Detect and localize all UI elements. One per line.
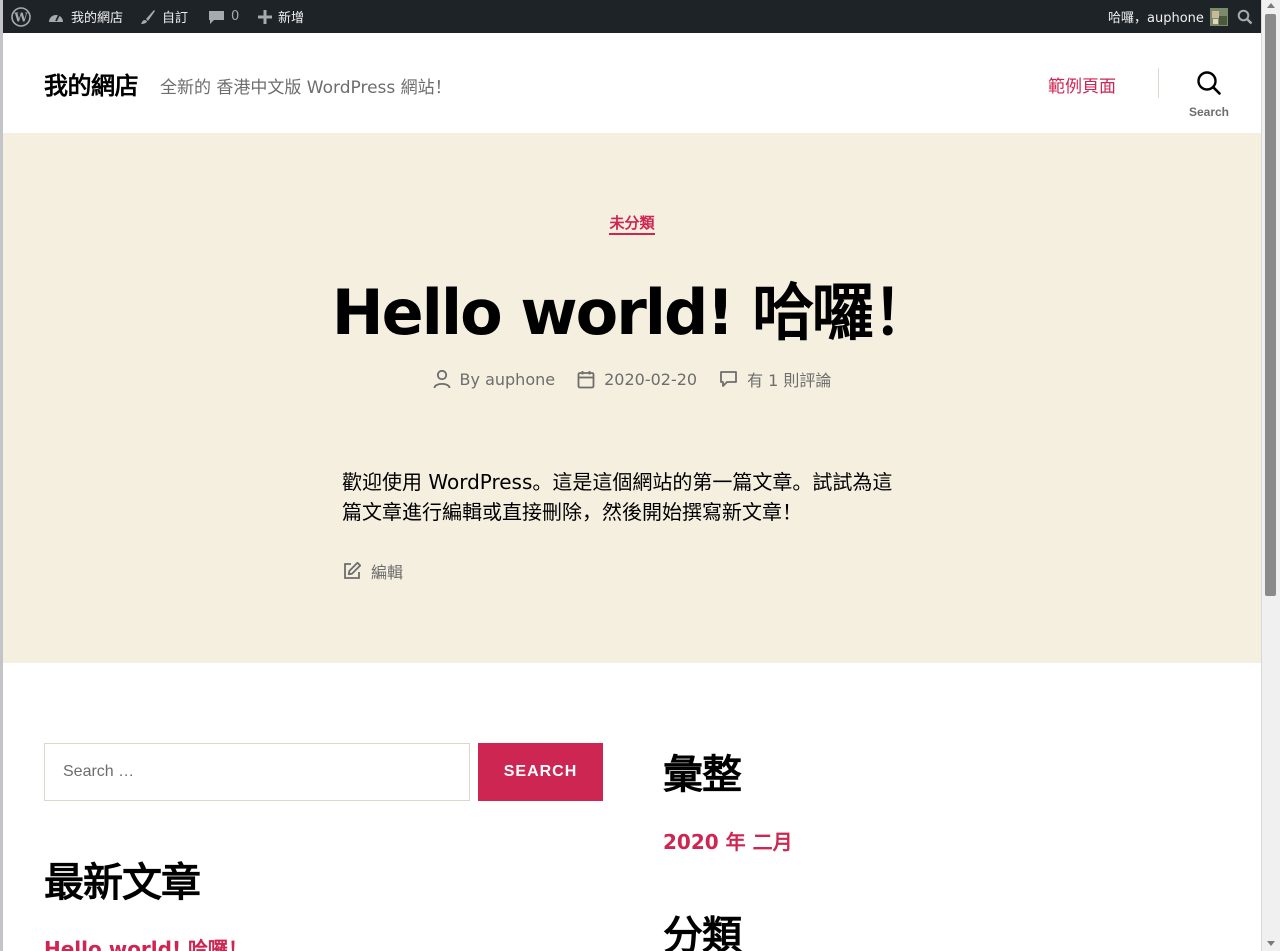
admin-bar-comments[interactable]: 0 [208,0,239,33]
edit-post-label: 編輯 [371,563,404,582]
post-comments: 有 1 則評論 [719,367,831,391]
vertical-scrollbar[interactable] [1261,0,1280,951]
avatar [1209,7,1228,26]
search-icon [1197,71,1221,95]
post-content: 歡迎使用 WordPress。這是這個網站的第一篇文章。試試為這 篇文章進行編輯… [342,467,932,527]
comment-icon [720,371,737,387]
search-toggle-button[interactable]: Search [1183,70,1235,120]
admin-bar-greeting: 哈囉，auphone [1108,11,1204,26]
admin-bar-customize[interactable]: 自訂 [140,0,188,33]
edit-post-link[interactable]: 編輯 [342,559,403,583]
admin-bar: W 我的網店 自訂 0 新增 哈囉，auphone [3,0,1261,33]
dashboard-icon [49,14,63,22]
post-title[interactable]: Hello world! 哈囉！ [3,262,1261,352]
post-comments-link[interactable]: 有 1 則評論 [747,367,831,391]
calendar-icon [577,370,595,388]
scrollbar-thumb[interactable] [1265,14,1276,596]
admin-bar-account[interactable]: 哈囉，auphone [1108,0,1228,33]
post-content-line: 歡迎使用 WordPress。這是這個網站的第一篇文章。試試為這 [342,470,893,494]
categories-title: 分類 [663,913,742,951]
widget-search-button[interactable]: SEARCH [478,743,603,801]
widget-search-input[interactable]: Search … [44,743,470,801]
archives-title: 彙整 [663,752,742,798]
edit-icon [344,561,362,579]
svg-text:W: W [13,10,28,24]
comment-bubble-icon [209,10,224,24]
post-date: 2020-02-20 [577,367,697,391]
recent-post-link[interactable]: Hello world! 哈囉！ [44,933,248,951]
admin-bar-new-label: 新增 [278,11,305,26]
post-category: 未分類 [3,212,1261,235]
search-placeholder: Search … [63,763,135,780]
admin-bar-search-icon[interactable] [1237,0,1253,33]
admin-bar-site-label: 我的網店 [71,11,124,26]
admin-bar-new[interactable]: 新增 [258,0,304,33]
recent-posts-title: 最新文章 [44,860,201,906]
brush-icon [141,9,155,24]
plus-icon [258,9,272,24]
archive-link[interactable]: 2020 年 二月 [663,826,793,855]
page-frame: W 我的網店 自訂 0 新增 哈囉，auphone 我的網店 全新的 香港中文版… [3,0,1261,951]
post-hero: 未分類 Hello world! 哈囉！ By auphone 2020-02-… [3,133,1261,663]
nav-divider [1158,68,1159,98]
category-link[interactable]: 未分類 [609,214,655,235]
site-description: 全新的 香港中文版 WordPress 網站！ [160,78,452,98]
site-title[interactable]: 我的網店 [44,66,139,101]
post-author: By auphone [433,367,556,391]
post-date-link[interactable]: 2020-02-20 [604,370,697,389]
post-author-link[interactable]: By auphone [460,370,556,389]
user-icon [433,369,450,389]
post-meta: By auphone 2020-02-20 有 1 則評論 [3,367,1261,391]
search-toggle-label: Search [1188,105,1230,119]
scroll-up-arrow-icon[interactable] [1267,3,1275,8]
post-content-line: 篇文章進行編輯或直接刪除，然後開始撰寫新文章！ [342,500,802,524]
scroll-down-arrow-icon[interactable] [1267,941,1275,946]
admin-bar-customize-label: 自訂 [162,11,189,26]
nav-item-sample-page[interactable]: 範例頁面 [1048,72,1116,97]
admin-bar-site-name[interactable]: 我的網店 [47,0,123,33]
admin-bar-comments-count: 0 [231,9,240,24]
wordpress-logo-icon[interactable]: W [11,0,31,33]
